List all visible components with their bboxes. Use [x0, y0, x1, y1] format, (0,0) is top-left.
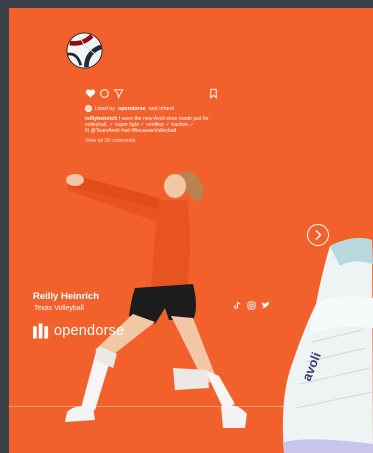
tiktok-icon[interactable] — [233, 297, 242, 309]
avoli-shoe-image: avoli — [282, 238, 373, 453]
athlete-team: Texas Volleyball — [34, 305, 84, 312]
instagram-icon[interactable] — [247, 297, 256, 310]
social-links — [233, 297, 270, 310]
opendorse-mark-icon — [33, 323, 49, 339]
twitter-icon[interactable] — [261, 297, 270, 309]
athlete-name: Reilly Heinrich — [33, 291, 99, 302]
opendorse-logo: opendorse — [33, 323, 124, 339]
opendorse-wordmark: opendorse — [54, 323, 125, 339]
